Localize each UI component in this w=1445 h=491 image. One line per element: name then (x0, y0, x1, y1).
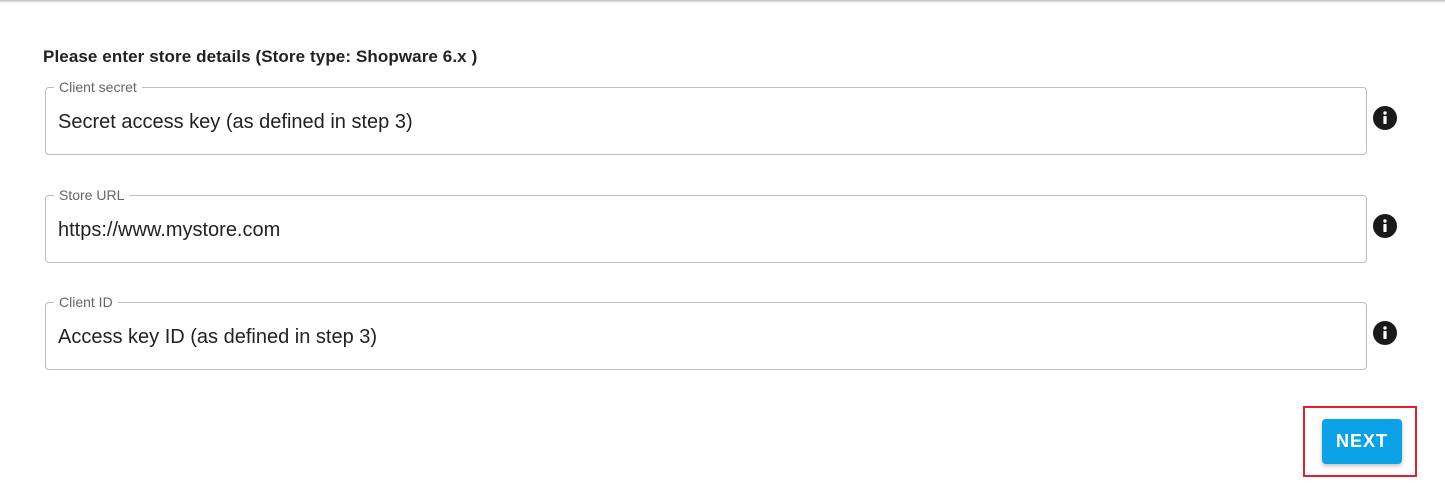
client-id-input[interactable] (58, 324, 1348, 350)
client-secret-label: Client secret (54, 78, 142, 96)
store-url-row: Store URL (45, 186, 1410, 265)
client-secret-field[interactable]: Client secret (45, 78, 1367, 155)
client-id-row: Client ID (45, 293, 1410, 372)
top-divider (0, 0, 1445, 3)
client-id-field[interactable]: Client ID (45, 293, 1367, 370)
client-secret-input[interactable] (58, 109, 1348, 135)
info-icon[interactable] (1373, 321, 1397, 345)
store-url-label: Store URL (54, 186, 130, 204)
client-secret-row: Client secret (45, 78, 1410, 157)
store-url-field[interactable]: Store URL (45, 186, 1367, 263)
next-button[interactable]: NEXT (1322, 419, 1402, 464)
client-id-label: Client ID (54, 293, 118, 311)
form-heading: Please enter store details (Store type: … (43, 47, 478, 66)
store-details-page: Please enter store details (Store type: … (0, 0, 1445, 491)
info-icon[interactable] (1373, 106, 1397, 130)
info-icon[interactable] (1373, 214, 1397, 238)
store-url-input[interactable] (58, 217, 1348, 243)
